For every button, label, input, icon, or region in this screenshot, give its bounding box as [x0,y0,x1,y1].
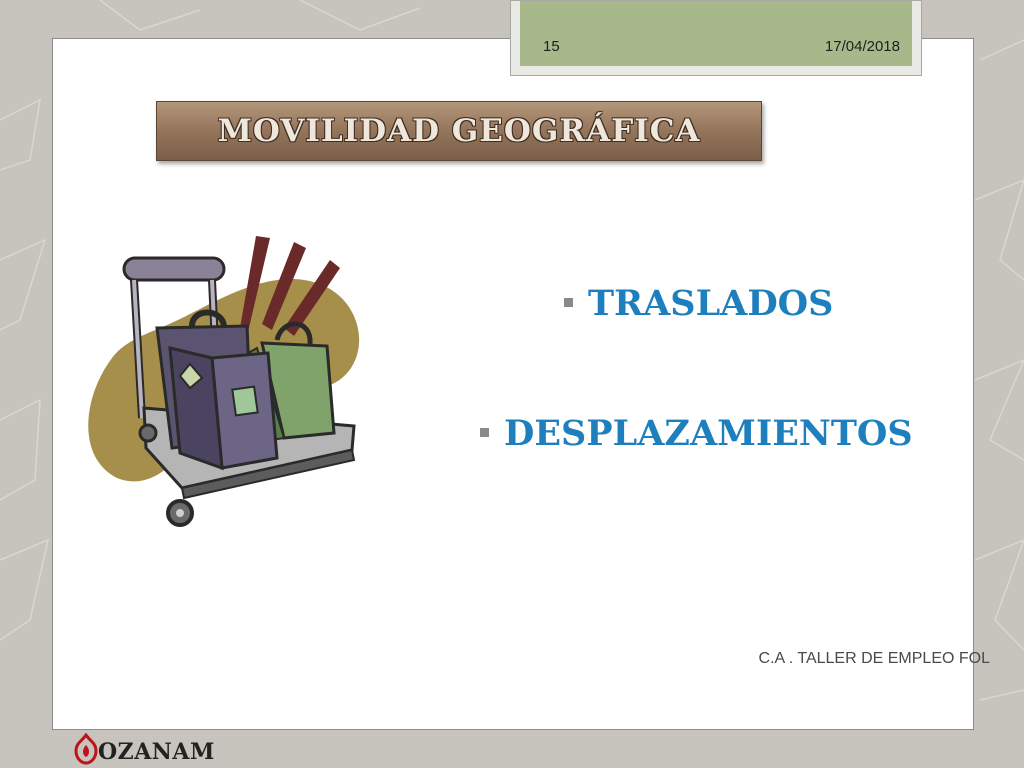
ozanam-logo: OZANAM [72,733,214,765]
slide-title: MOVILIDAD GEOGRÁFICA [156,101,762,161]
luggage-cart-icon [88,236,360,527]
bullet-text: TRASLADOS [588,283,834,324]
bullet-text: DESPLAZAMIENTOS [504,413,913,454]
bullet-square-icon [564,298,573,307]
slide-header-tab: 15 17/04/2018 [510,0,922,76]
ozanam-logo-text: OZANAM [98,739,215,765]
bullet-square-icon [480,428,489,437]
header-accent-panel: 15 17/04/2018 [520,1,912,66]
slide-footer: C.A . TALLER DE EMPLEO FOL [758,650,990,667]
slide-number: 15 [543,38,560,55]
slide-date: 17/04/2018 [824,38,900,55]
ozanam-logo-icon [74,733,98,765]
